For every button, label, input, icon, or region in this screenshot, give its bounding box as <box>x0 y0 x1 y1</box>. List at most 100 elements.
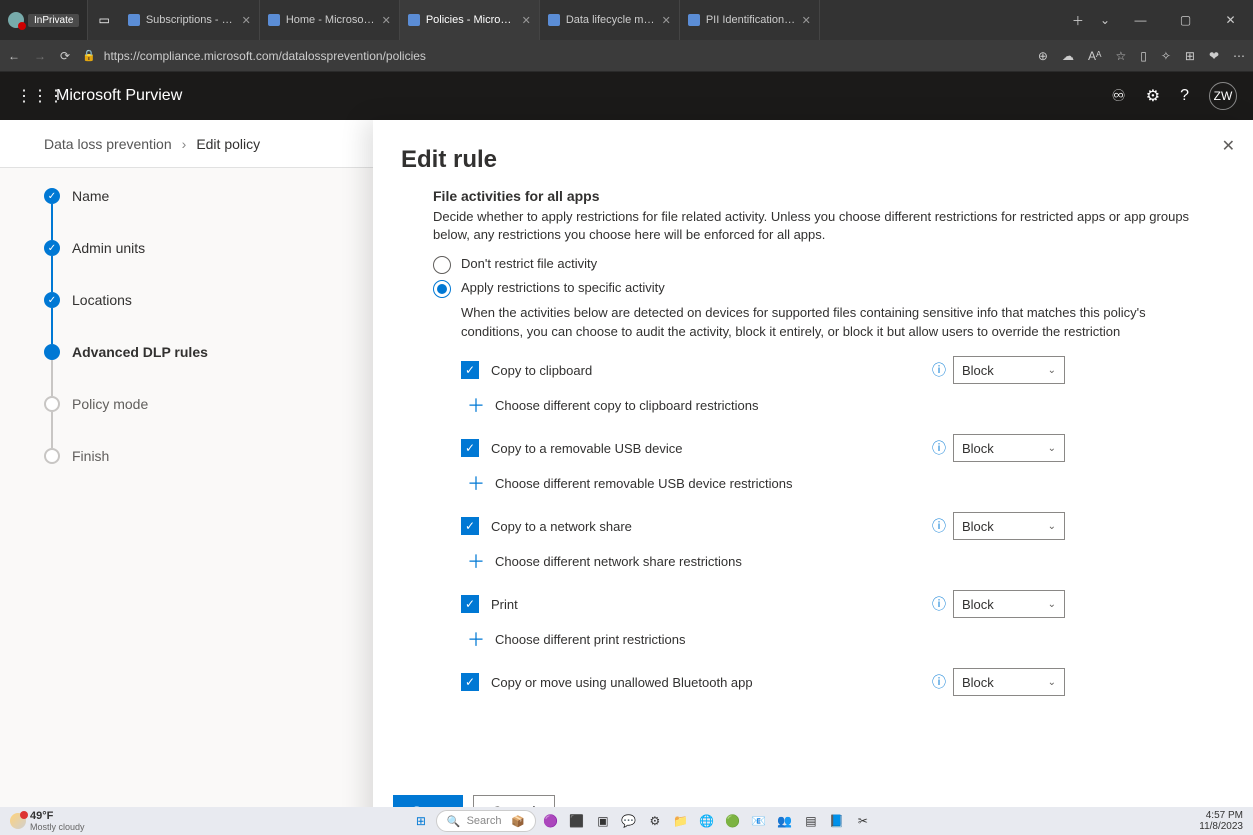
add-restriction-link[interactable]: ＋ Choose different network share restric… <box>467 548 1205 574</box>
tab-close-icon[interactable]: ✕ <box>522 14 531 27</box>
app-launcher-icon[interactable]: ⋮⋮⋮ <box>16 86 48 106</box>
activity-action-select[interactable]: Block ⌄ <box>953 356 1065 384</box>
tab-dropdown-icon[interactable]: ⌄ <box>1092 0 1118 40</box>
activity-row: ✓ Print ⓘ Block ⌄ <box>461 590 1205 618</box>
wizard-step[interactable]: Policy mode <box>44 396 304 448</box>
taskbar-app-chrome[interactable]: 🟢 <box>722 810 744 832</box>
add-restriction-link[interactable]: ＋ Choose different removable USB device … <box>467 470 1205 496</box>
breadcrumb-root[interactable]: Data loss prevention <box>44 136 172 152</box>
taskbar-app-outlook[interactable]: 📧 <box>748 810 770 832</box>
select-value: Block <box>962 441 994 456</box>
taskbar-app-teams[interactable]: 👥 <box>774 810 796 832</box>
wizard-step[interactable]: ✓ Admin units <box>44 240 304 292</box>
taskbar-center: ⊞ 🔍 Search 📦 🟣 ⬛ ▣ 💬 ⚙ 📁 🌐 🟢 📧 👥 ▤ 📘 ✂ <box>95 810 1190 832</box>
plus-icon: ＋ <box>467 470 485 496</box>
user-avatar[interactable]: ZW <box>1209 82 1237 110</box>
feedback-icon[interactable]: ♾ <box>1111 86 1125 106</box>
radio-apply-restrictions[interactable]: Apply restrictions to specific activity <box>433 280 1205 298</box>
browser-tab[interactable]: Subscriptions - Microsoft 365 ad ✕ <box>120 0 260 40</box>
taskbar-app-chat[interactable]: 💬 <box>618 810 640 832</box>
inprivate-indicator: InPrivate <box>0 0 88 40</box>
tab-close-icon[interactable]: ✕ <box>662 14 671 27</box>
wizard-step[interactable]: ✓ Locations <box>44 292 304 344</box>
taskbar-app-snip[interactable]: ✂ <box>852 810 874 832</box>
browser-tab[interactable]: Data lifecycle management - Mi ✕ <box>540 0 680 40</box>
extensions-icon[interactable]: ❤ <box>1209 49 1219 63</box>
tab-close-icon[interactable]: ✕ <box>382 14 391 27</box>
wizard-step[interactable]: Advanced DLP rules <box>44 344 304 396</box>
activity-action-select[interactable]: Block ⌄ <box>953 668 1065 696</box>
favorite-icon[interactable]: ☆ <box>1115 49 1126 63</box>
refresh-button[interactable]: ⟳ <box>60 49 70 63</box>
taskbar-app-taskview[interactable]: ⬛ <box>566 810 588 832</box>
activity-action-select[interactable]: Block ⌄ <box>953 512 1065 540</box>
activity-checkbox[interactable]: ✓ <box>461 595 479 613</box>
taskbar-clock[interactable]: 4:57 PM 11/8/2023 <box>1189 810 1253 832</box>
step-dot-icon: ✓ <box>44 188 60 204</box>
info-icon[interactable]: ⓘ <box>925 360 953 380</box>
start-button[interactable]: ⊞ <box>410 810 432 832</box>
lock-icon: 🔒 <box>82 49 96 62</box>
chevron-down-icon: ⌄ <box>1048 365 1056 376</box>
activity-checkbox[interactable]: ✓ <box>461 361 479 379</box>
taskbar-search[interactable]: 🔍 Search 📦 <box>436 810 536 832</box>
wizard-step[interactable]: Finish <box>44 448 304 500</box>
browser-urlbar: ← → ⟳ 🔒 https://compliance.microsoft.com… <box>0 40 1253 72</box>
activity-checkbox[interactable]: ✓ <box>461 439 479 457</box>
taskbar-app-widgets[interactable]: ▣ <box>592 810 614 832</box>
browser-tab[interactable]: PII Identification and Minimizati ✕ <box>680 0 820 40</box>
activity-action-select[interactable]: Block ⌄ <box>953 434 1065 462</box>
taskbar-app-terminal[interactable]: ▤ <box>800 810 822 832</box>
activity-action-select[interactable]: Block ⌄ <box>953 590 1065 618</box>
radio-icon <box>433 280 451 298</box>
activity-label: Copy to clipboard <box>491 363 925 378</box>
plus-icon: ＋ <box>467 626 485 652</box>
maximize-button[interactable]: ▢ <box>1163 0 1208 40</box>
collections-icon[interactable]: ⊞ <box>1185 49 1195 63</box>
tab-close-icon[interactable]: ✕ <box>802 14 811 27</box>
info-icon[interactable]: ⓘ <box>925 516 953 536</box>
chevron-down-icon: ⌄ <box>1048 443 1056 454</box>
back-button[interactable]: ← <box>8 49 20 63</box>
taskbar-weather[interactable]: 49°F Mostly cloudy <box>0 810 95 832</box>
tab-close-icon[interactable]: ✕ <box>242 14 251 27</box>
split-screen-icon[interactable]: ▯ <box>1140 49 1147 63</box>
info-icon[interactable]: ⓘ <box>925 594 953 614</box>
taskbar-app-explorer[interactable]: 📁 <box>670 810 692 832</box>
activity-checkbox[interactable]: ✓ <box>461 517 479 535</box>
radio-dont-restrict[interactable]: Don't restrict file activity <box>433 256 1205 274</box>
more-icon[interactable]: ⋯ <box>1233 49 1245 63</box>
add-restriction-label: Choose different print restrictions <box>495 632 686 647</box>
close-panel-button[interactable]: ✕ <box>1222 136 1235 156</box>
favorites-bar-icon[interactable]: ✧ <box>1161 49 1171 63</box>
taskbar-app-word[interactable]: 📘 <box>826 810 848 832</box>
settings-icon[interactable]: ⚙ <box>1146 86 1160 106</box>
panel-title: Edit rule <box>373 120 1253 188</box>
add-restriction-link[interactable]: ＋ Choose different copy to clipboard res… <box>467 392 1205 418</box>
read-aloud-icon[interactable]: Aᴬ <box>1088 49 1101 63</box>
minimize-button[interactable]: ― <box>1118 0 1163 40</box>
add-restriction-link[interactable]: ＋ Choose different print restrictions <box>467 626 1205 652</box>
address-bar[interactable]: 🔒 https://compliance.microsoft.com/datal… <box>82 49 1026 63</box>
close-window-button[interactable]: ✕ <box>1208 0 1253 40</box>
browser-tab[interactable]: Policies - Microsoft Purview ✕ <box>400 0 540 40</box>
forward-button[interactable]: → <box>34 49 46 63</box>
shopping-icon[interactable]: ☁ <box>1062 49 1074 63</box>
help-icon[interactable]: ? <box>1180 87 1189 105</box>
browser-tab[interactable]: Home - Microsoft Purview ✕ <box>260 0 400 40</box>
info-icon[interactable]: ⓘ <box>925 672 953 692</box>
chevron-down-icon: ⌄ <box>1048 521 1056 532</box>
step-label: Locations <box>72 292 132 308</box>
info-icon[interactable]: ⓘ <box>925 438 953 458</box>
activity-checkbox[interactable]: ✓ <box>461 673 479 691</box>
taskbar-app-edge[interactable]: 🌐 <box>696 810 718 832</box>
zoom-icon[interactable]: ⊕ <box>1038 49 1048 63</box>
panel-scroll[interactable]: File activities for all apps Decide whet… <box>373 188 1253 780</box>
tab-actions-icon[interactable]: ▭ <box>88 0 119 40</box>
step-dot-icon <box>44 344 60 360</box>
taskbar-app-copilot[interactable]: 🟣 <box>540 810 562 832</box>
taskbar-app-settings[interactable]: ⚙ <box>644 810 666 832</box>
new-tab-button[interactable]: ＋ <box>1064 0 1092 40</box>
add-restriction-label: Choose different copy to clipboard restr… <box>495 398 759 413</box>
wizard-step[interactable]: ✓ Name <box>44 188 304 240</box>
